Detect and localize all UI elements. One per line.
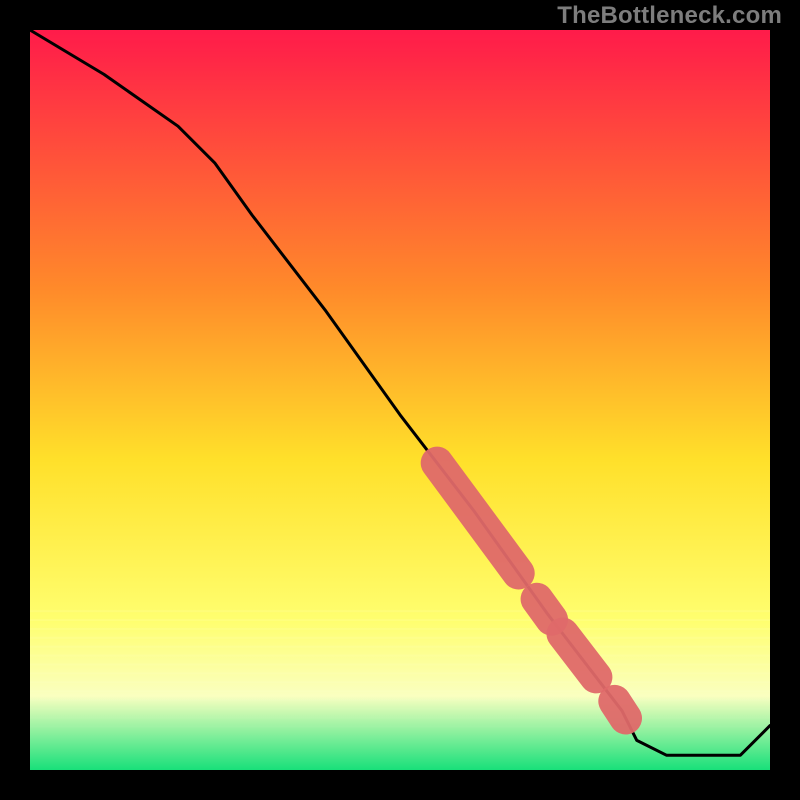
watermark-text: TheBottleneck.com [557, 2, 782, 30]
plot-background [30, 30, 770, 770]
bottleneck-chart-svg [0, 0, 800, 800]
chart-stage: TheBottleneck.com [0, 0, 800, 800]
curve-marker-3 [615, 701, 626, 718]
curve-marker-1 [537, 599, 552, 619]
